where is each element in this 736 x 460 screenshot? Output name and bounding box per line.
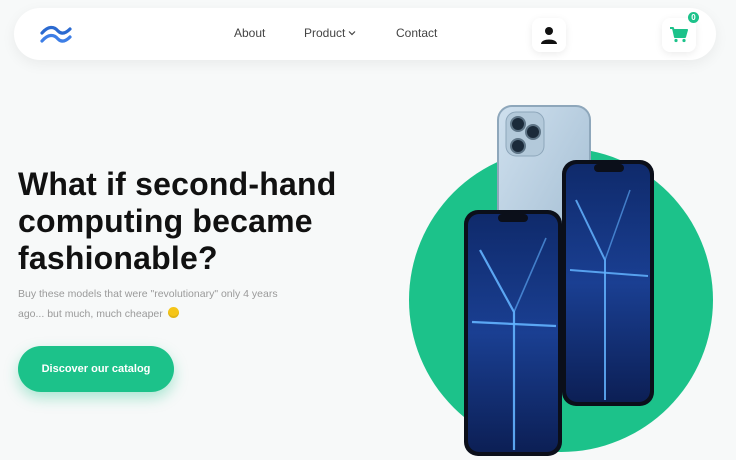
hero-title: What if second-hand computing became fas… [18, 166, 337, 276]
hero-phones-image [409, 105, 713, 456]
nav-link-about[interactable]: About [234, 26, 265, 40]
nav-link-product-label: Product [304, 26, 346, 40]
nav-link-product[interactable]: Product [304, 26, 356, 40]
user-icon [541, 27, 557, 44]
smile-emoji-icon [167, 307, 179, 318]
wave-logo-icon[interactable] [40, 24, 72, 46]
hero-subtitle-text: Buy these models that were "revolutionar… [18, 288, 278, 320]
discover-catalog-button[interactable]: Discover our catalog [18, 346, 174, 392]
cart-count-badge: 0 [688, 12, 699, 23]
cart-button[interactable] [662, 18, 696, 52]
chevron-down-icon [348, 31, 356, 36]
nav-link-contact[interactable]: Contact [396, 26, 437, 40]
account-button[interactable] [532, 18, 566, 52]
navbar: About Product Contact 0 [14, 8, 716, 60]
hero-subtitle: Buy these models that were "revolutionar… [18, 284, 288, 324]
cart-icon [670, 27, 688, 43]
